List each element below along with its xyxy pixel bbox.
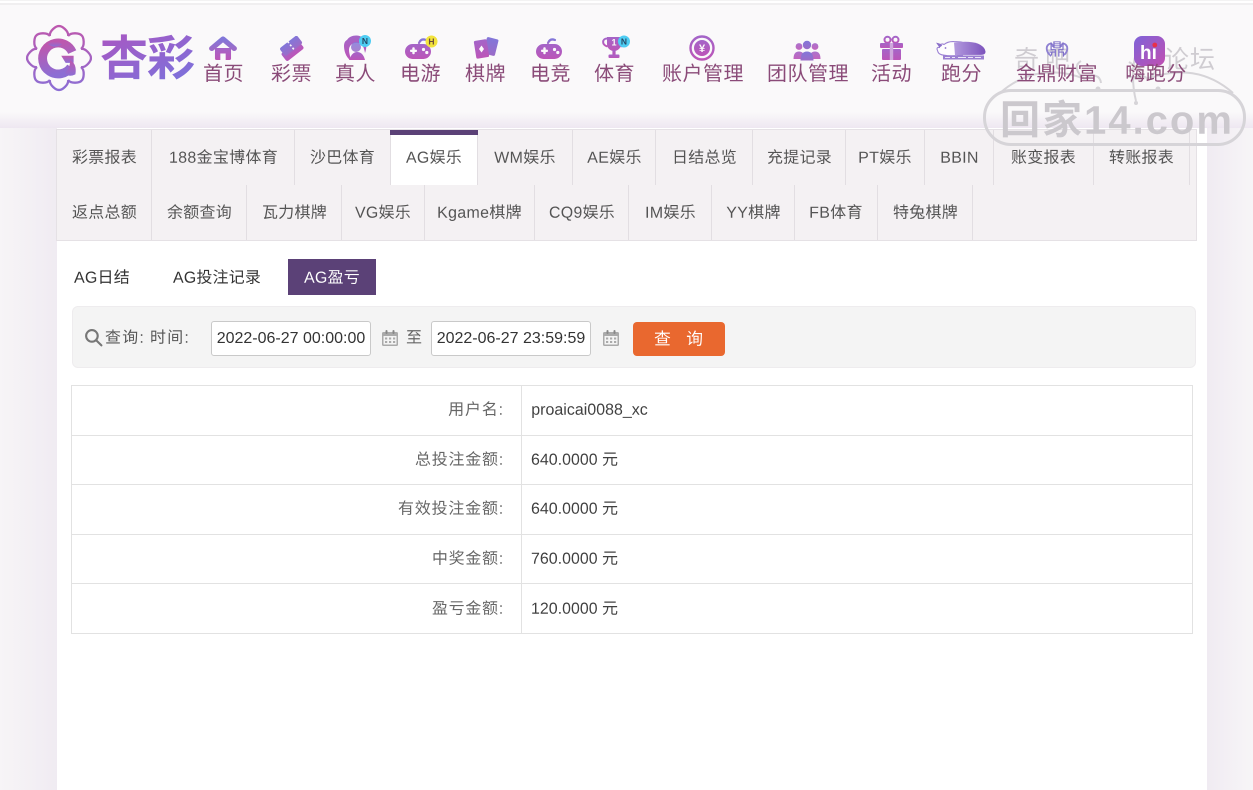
svg-text:N: N — [621, 37, 627, 47]
svg-text:¥: ¥ — [699, 43, 706, 55]
svg-text:1: 1 — [611, 38, 616, 48]
svg-text:N: N — [361, 36, 367, 46]
svg-text:H: H — [428, 37, 434, 47]
